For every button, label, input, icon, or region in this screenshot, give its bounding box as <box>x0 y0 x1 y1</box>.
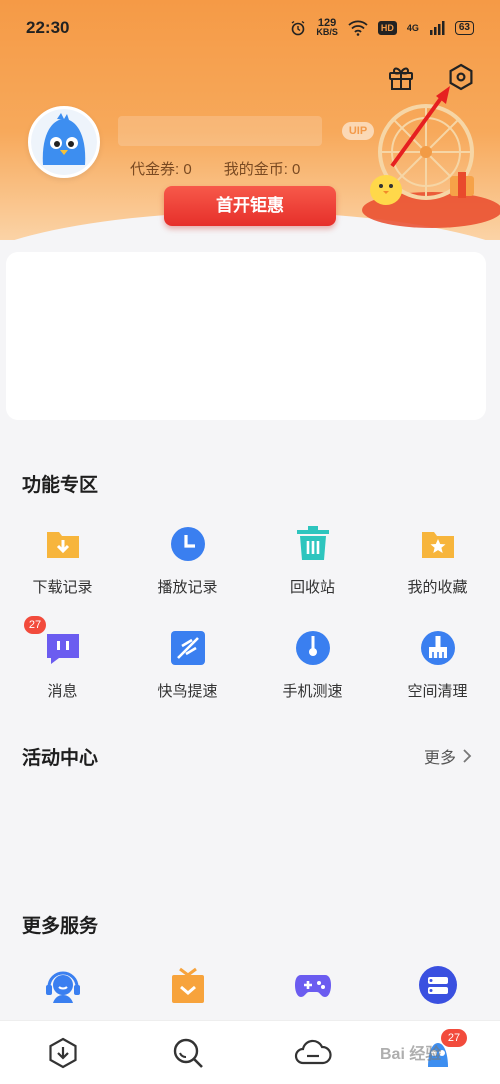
feature-label: 空间清理 <box>407 683 468 700</box>
feature-label: 我的收藏 <box>407 579 468 596</box>
annotation-arrow <box>390 86 450 168</box>
chevron-right-icon <box>463 749 472 763</box>
download-folder-icon <box>46 532 79 558</box>
activity-more-link[interactable]: 更多 <box>424 744 472 768</box>
network-type: 4G <box>406 23 419 33</box>
search-nav-icon <box>173 1038 203 1068</box>
username-placeholder <box>118 116 322 146</box>
feature-speed-boost[interactable]: 快鸟提速 <box>125 628 250 701</box>
watermark: Bai 经验 <box>380 1046 442 1063</box>
network-speed: 129 KB/S <box>316 18 338 37</box>
features-grid-row-1: 下载记录 播放记录 回收站 我的收藏 <box>0 524 500 597</box>
service-item[interactable] <box>0 965 125 1005</box>
speedometer-icon <box>295 631 330 665</box>
broom-icon <box>420 631 455 665</box>
feature-recycle-bin[interactable]: 回收站 <box>250 524 375 597</box>
star-folder-icon <box>421 532 454 558</box>
trash-icon <box>296 526 329 560</box>
clock-icon <box>170 527 205 561</box>
feature-label: 手机测速 <box>282 683 343 700</box>
profile-badge: 27 <box>441 1028 467 1047</box>
nav-cloud[interactable] <box>250 1037 375 1069</box>
feature-play-history[interactable]: 播放记录 <box>125 524 250 597</box>
service-item[interactable] <box>125 965 250 1005</box>
list-circle-icon <box>418 966 457 1004</box>
more-label: 更多 <box>423 750 456 767</box>
messages-badge: 27 <box>24 616 46 634</box>
feature-download-history[interactable]: 下载记录 <box>0 524 125 597</box>
service-item[interactable] <box>375 965 500 1005</box>
feature-messages[interactable]: 27 消息 <box>0 616 125 701</box>
vip-tag[interactable]: UIP <box>342 122 374 140</box>
feature-space-cleanup[interactable]: 空间清理 <box>375 628 500 701</box>
feature-phone-speedtest[interactable]: 手机测速 <box>250 628 375 701</box>
features-grid-row-2: 27 消息 快鸟提速 手机测速 空间清理 <box>0 616 500 701</box>
balance-row: 代金券: 0 我的金币: 0 <box>130 158 300 179</box>
feature-label: 快鸟提速 <box>157 683 218 700</box>
first-open-offer-button[interactable]: 首开钜惠 <box>164 186 336 226</box>
battery-icon: 63 <box>454 21 474 35</box>
hd-badge: HD <box>377 21 397 35</box>
bird-speed-icon <box>170 631 205 665</box>
status-bar: 22:30 129 KB/S HD 4G 63 <box>0 0 500 56</box>
feature-label: 下载记录 <box>32 579 93 596</box>
feature-label: 回收站 <box>289 579 335 596</box>
feature-label: 播放记录 <box>157 579 218 596</box>
service-item[interactable] <box>250 965 375 1005</box>
speed-unit: KB/S <box>316 27 338 37</box>
feature-favorites[interactable]: 我的收藏 <box>375 524 500 597</box>
nav-search[interactable] <box>125 1036 250 1070</box>
banner-card[interactable] <box>6 252 486 420</box>
nav-download[interactable] <box>0 1037 125 1069</box>
bird-avatar-icon <box>31 109 97 175</box>
cloud-nav-icon <box>294 1039 332 1064</box>
services-section-title: 更多服务 <box>22 916 99 937</box>
signal-icon <box>429 21 445 35</box>
alarm-icon <box>291 20 305 36</box>
message-icon <box>46 634 79 664</box>
features-section-title: 功能专区 <box>22 475 99 496</box>
activity-section-title: 活动中心 <box>22 748 99 769</box>
feature-label: 消息 <box>47 683 78 700</box>
avatar[interactable] <box>28 106 100 178</box>
services-grid <box>0 965 500 1005</box>
coins-label[interactable]: 我的金币: 0 <box>224 158 301 179</box>
download-nav-icon <box>48 1037 77 1068</box>
status-icons: 129 KB/S HD 4G 63 <box>290 18 474 37</box>
gift-box-icon <box>171 967 204 1003</box>
gamepad-icon <box>294 975 331 997</box>
coupon-label[interactable]: 代金券: 0 <box>130 158 192 179</box>
headset-service-icon <box>45 971 80 1003</box>
status-time: 22:30 <box>26 18 70 37</box>
wifi-icon <box>348 20 368 36</box>
